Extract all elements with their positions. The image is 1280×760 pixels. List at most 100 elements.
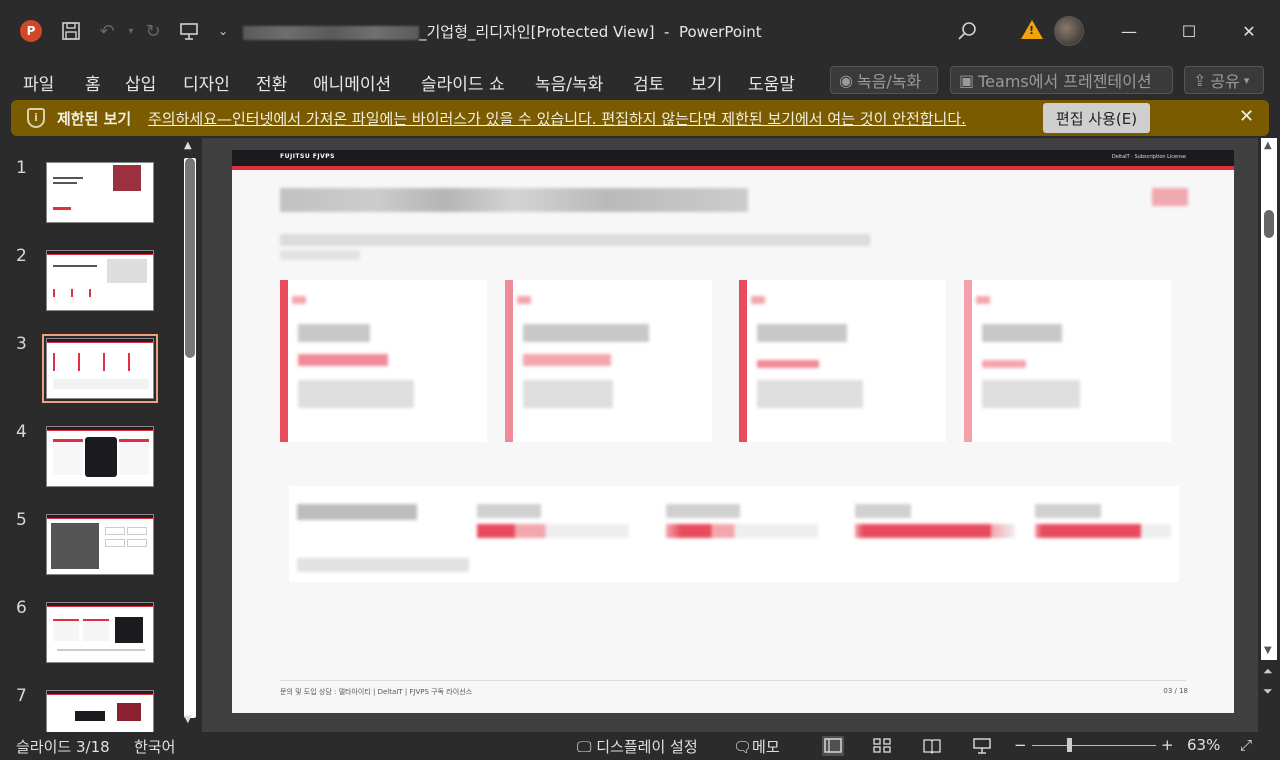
- thumbnail-card: [85, 437, 117, 477]
- slide-thumbnail-7[interactable]: [46, 690, 154, 732]
- zoom-out-button[interactable]: −: [1014, 736, 1027, 754]
- tab-design[interactable]: 디자인: [183, 70, 230, 95]
- language-indicator[interactable]: 한국어: [134, 736, 175, 757]
- tab-slideshow[interactable]: 슬라이드 쇼: [421, 70, 505, 95]
- thumbnail-image: [51, 523, 99, 569]
- tab-animations[interactable]: 애니메이션: [313, 70, 391, 95]
- current-slide[interactable]: FUJITSU FJVPS DeltaIT · Subscription Lic…: [232, 150, 1234, 713]
- reading-view-button[interactable]: [922, 736, 942, 760]
- notes-label: 메모: [752, 738, 780, 756]
- thumbnail-box: [75, 711, 105, 721]
- scrollbar-thumb[interactable]: [185, 158, 195, 358]
- card-redacted: [298, 380, 414, 408]
- summary-redacted: [297, 558, 469, 572]
- tab-insert[interactable]: 삽입: [125, 70, 156, 95]
- restore-button[interactable]: ☐: [1166, 14, 1212, 48]
- thumbnail-card: [53, 619, 79, 641]
- chevron-down-icon: ▾: [1243, 73, 1250, 87]
- zoom-slider[interactable]: [1067, 738, 1072, 752]
- slide-canvas: FUJITSU FJVPS DeltaIT · Subscription Lic…: [202, 138, 1258, 732]
- record-button[interactable]: ◉ 녹음/녹화: [830, 66, 938, 94]
- scroll-down-icon[interactable]: ▼: [184, 714, 192, 725]
- enable-editing-button[interactable]: 편집 사용(E): [1043, 103, 1150, 133]
- summary-redacted: [477, 524, 629, 538]
- zoom-in-button[interactable]: +: [1161, 736, 1174, 754]
- slideshow-view-button[interactable]: [972, 736, 992, 760]
- thumbnail-card: [53, 289, 67, 297]
- zoom-level[interactable]: 63%: [1187, 736, 1220, 754]
- fit-to-window-icon[interactable]: ⤢: [1240, 736, 1252, 754]
- feature-card: [280, 280, 487, 442]
- customize-toolbar-icon[interactable]: ⌄: [208, 16, 238, 46]
- thumbnail-card: [128, 353, 150, 371]
- slide-thumbnail-6[interactable]: [46, 602, 154, 663]
- thumbnail-scrollbar[interactable]: ▲ ▼: [180, 138, 200, 732]
- slide-footer-line: [280, 680, 1186, 681]
- card-redacted: [982, 380, 1080, 408]
- display-settings-button[interactable]: 🖵 디스플레이 설정: [577, 736, 698, 757]
- normal-view-button[interactable]: [822, 736, 844, 756]
- card-redacted: [757, 380, 863, 408]
- previous-slide-icon[interactable]: ⏶: [1263, 664, 1273, 679]
- tab-home[interactable]: 홈: [85, 70, 101, 95]
- slide-thumbnail-5[interactable]: [46, 514, 154, 575]
- scroll-up-icon[interactable]: ▲: [184, 140, 192, 151]
- feature-card: [739, 280, 946, 442]
- tab-record[interactable]: 녹음/녹화: [535, 70, 603, 95]
- scroll-up-icon[interactable]: ▲: [1264, 140, 1272, 151]
- thumbnail-accent: [47, 342, 153, 343]
- teams-present-button[interactable]: ▣ Teams에서 프레젠테이션: [950, 66, 1173, 94]
- slide-scrollbar[interactable]: ▲ ▼ ⏶ ⏷: [1258, 138, 1280, 732]
- shield-icon: i: [27, 108, 45, 128]
- start-slideshow-icon[interactable]: [174, 16, 204, 46]
- powerpoint-logo-icon: P: [20, 20, 42, 42]
- minimize-button[interactable]: —: [1106, 14, 1152, 48]
- slide-thumbnail-1[interactable]: [46, 162, 154, 223]
- display-settings-label: 디스플레이 설정: [596, 738, 698, 756]
- tab-transitions[interactable]: 전환: [256, 70, 287, 95]
- next-slide-icon[interactable]: ⏷: [1263, 684, 1273, 699]
- avatar[interactable]: [1054, 16, 1084, 46]
- card-redacted: [292, 296, 306, 304]
- tab-review[interactable]: 검토: [633, 70, 664, 95]
- thumbnail-box: [127, 539, 147, 547]
- scrollbar-thumb[interactable]: [1264, 210, 1274, 238]
- teams-present-label: Teams에서 프레젠테이션: [978, 72, 1152, 91]
- card-redacted: [982, 360, 1026, 368]
- share-button[interactable]: ⇪ 공유 ▾: [1184, 66, 1264, 94]
- thumbnail-number: 6: [16, 598, 27, 618]
- close-button[interactable]: ✕: [1226, 14, 1272, 48]
- tab-file[interactable]: 파일: [23, 70, 54, 95]
- thumbnail-number: 1: [16, 158, 27, 178]
- notes-button[interactable]: 🗨메모: [733, 736, 780, 757]
- thumbnail-text: [57, 649, 145, 651]
- slide-thumbnail-4[interactable]: [46, 426, 154, 487]
- thumbnail-accent: [47, 430, 153, 431]
- protected-view-title: 제한된 보기: [57, 110, 132, 128]
- card-redacted: [757, 324, 847, 342]
- card-redacted: [523, 354, 611, 366]
- close-message-bar-button[interactable]: ✕: [1239, 106, 1254, 127]
- card-redacted: [751, 296, 765, 304]
- tab-help[interactable]: 도움말: [748, 70, 795, 95]
- reading-view-icon: [923, 739, 941, 754]
- search-icon[interactable]: [952, 16, 982, 46]
- thumbnail-card: [78, 353, 100, 371]
- thumbnail-card: [53, 353, 75, 371]
- save-icon[interactable]: [56, 16, 86, 46]
- slide-thumbnail-2[interactable]: [46, 250, 154, 311]
- protected-view-message[interactable]: 주의하세요—인터넷에서 가져온 파일에는 바이러스가 있을 수 있습니다. 편집…: [148, 108, 966, 129]
- card-redacted: [523, 380, 613, 408]
- tab-view[interactable]: 보기: [691, 70, 722, 95]
- summary-redacted: [666, 524, 818, 538]
- slide-counter: 슬라이드 3/18: [16, 738, 110, 756]
- card-accent: [964, 280, 972, 442]
- summary-redacted: [297, 504, 417, 520]
- zoom-slider-track[interactable]: [1032, 745, 1156, 746]
- redo-icon[interactable]: ↻: [138, 16, 168, 46]
- warning-icon[interactable]: !: [1021, 20, 1043, 39]
- slide-thumbnail-3[interactable]: [42, 334, 158, 403]
- normal-view-icon: [824, 738, 842, 753]
- scroll-down-icon[interactable]: ▼: [1264, 645, 1272, 656]
- slide-sorter-button[interactable]: [872, 736, 892, 760]
